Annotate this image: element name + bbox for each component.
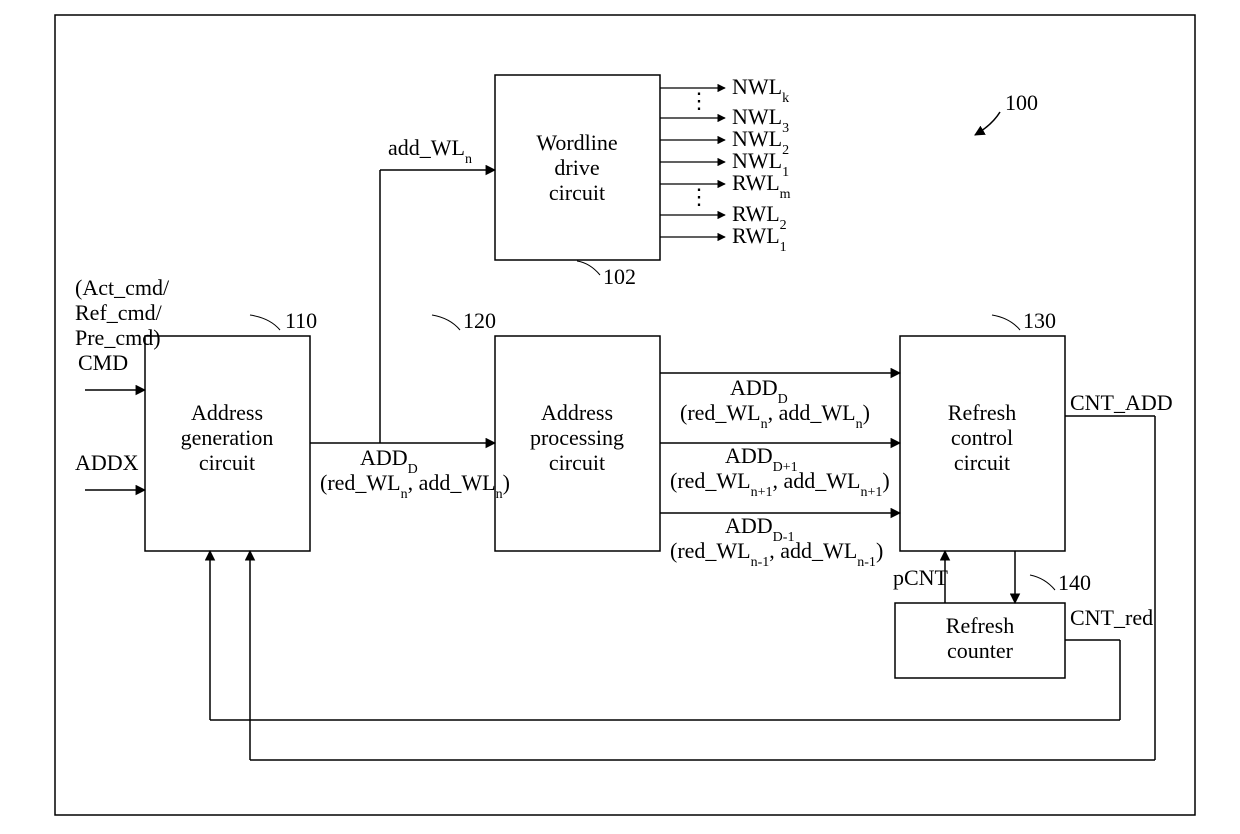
wordline-outputs: NWLk ⋮ NWL3 NWL2 NWL1 RWLm ⋮ RWL2 RWL1	[660, 74, 791, 255]
wordline-num: 102	[603, 264, 636, 289]
vdots2: ⋮	[688, 184, 710, 209]
cmd-paren-3: Pre_cmd)	[75, 325, 161, 350]
cmd-paren-1: (Act_cmd/	[75, 275, 170, 300]
wordline-label3: circuit	[549, 180, 605, 205]
addr-proc-label2: processing	[530, 425, 624, 450]
system-number-leader: 100	[975, 90, 1038, 135]
addd-paren: (red_WLn, add_WLn)	[320, 470, 510, 502]
pcnt-label: pCNT	[893, 565, 949, 590]
wordline-label2: drive	[554, 155, 599, 180]
cmd-paren-2: Ref_cmd/	[75, 300, 163, 325]
block-address-generation: Address generation circuit 110	[145, 308, 317, 551]
refresh-ctrl-label2: control	[951, 425, 1013, 450]
cmd-label: CMD	[78, 350, 128, 375]
addr-gen-num: 110	[285, 308, 317, 333]
refresh-ctrl-num: 130	[1023, 308, 1056, 333]
svg-text:NWLk: NWLk	[732, 74, 789, 106]
block-address-processing: Address processing circuit 120	[432, 308, 660, 551]
addwln-label: add_WLn	[388, 135, 472, 167]
addr-gen-label1: Address	[191, 400, 263, 425]
addr-proc-label3: circuit	[549, 450, 605, 475]
addd1-paren: (red_WLn+1, add_WLn+1)	[670, 468, 890, 500]
addr-gen-label2: generation	[181, 425, 274, 450]
system-number: 100	[1005, 90, 1038, 115]
refresh-cnt-num: 140	[1058, 570, 1091, 595]
addr-gen-label3: circuit	[199, 450, 255, 475]
refresh-cnt-label1: Refresh	[946, 613, 1014, 638]
wordline-label1: Wordline	[536, 130, 617, 155]
svg-text:RWL1: RWL1	[732, 223, 787, 255]
vdots1: ⋮	[688, 88, 710, 113]
block-refresh-control: Refresh control circuit 130	[900, 308, 1065, 551]
block-wordline-drive: Wordline drive circuit 102	[495, 75, 660, 289]
refresh-ctrl-label3: circuit	[954, 450, 1010, 475]
addd-top-paren: (red_WLn, add_WLn)	[680, 400, 870, 432]
addd-1-paren: (red_WLn-1, add_WLn-1)	[670, 538, 883, 570]
addr-proc-label1: Address	[541, 400, 613, 425]
cnt-add-label: CNT_ADD	[1070, 390, 1173, 415]
refresh-ctrl-label1: Refresh	[948, 400, 1016, 425]
block-diagram: 100 Address generation circuit 110 Wordl…	[0, 0, 1240, 834]
refresh-cnt-label2: counter	[947, 638, 1014, 663]
addr-proc-num: 120	[463, 308, 496, 333]
cnt-red-label: CNT_red	[1070, 605, 1153, 630]
addx-label: ADDX	[75, 450, 139, 475]
